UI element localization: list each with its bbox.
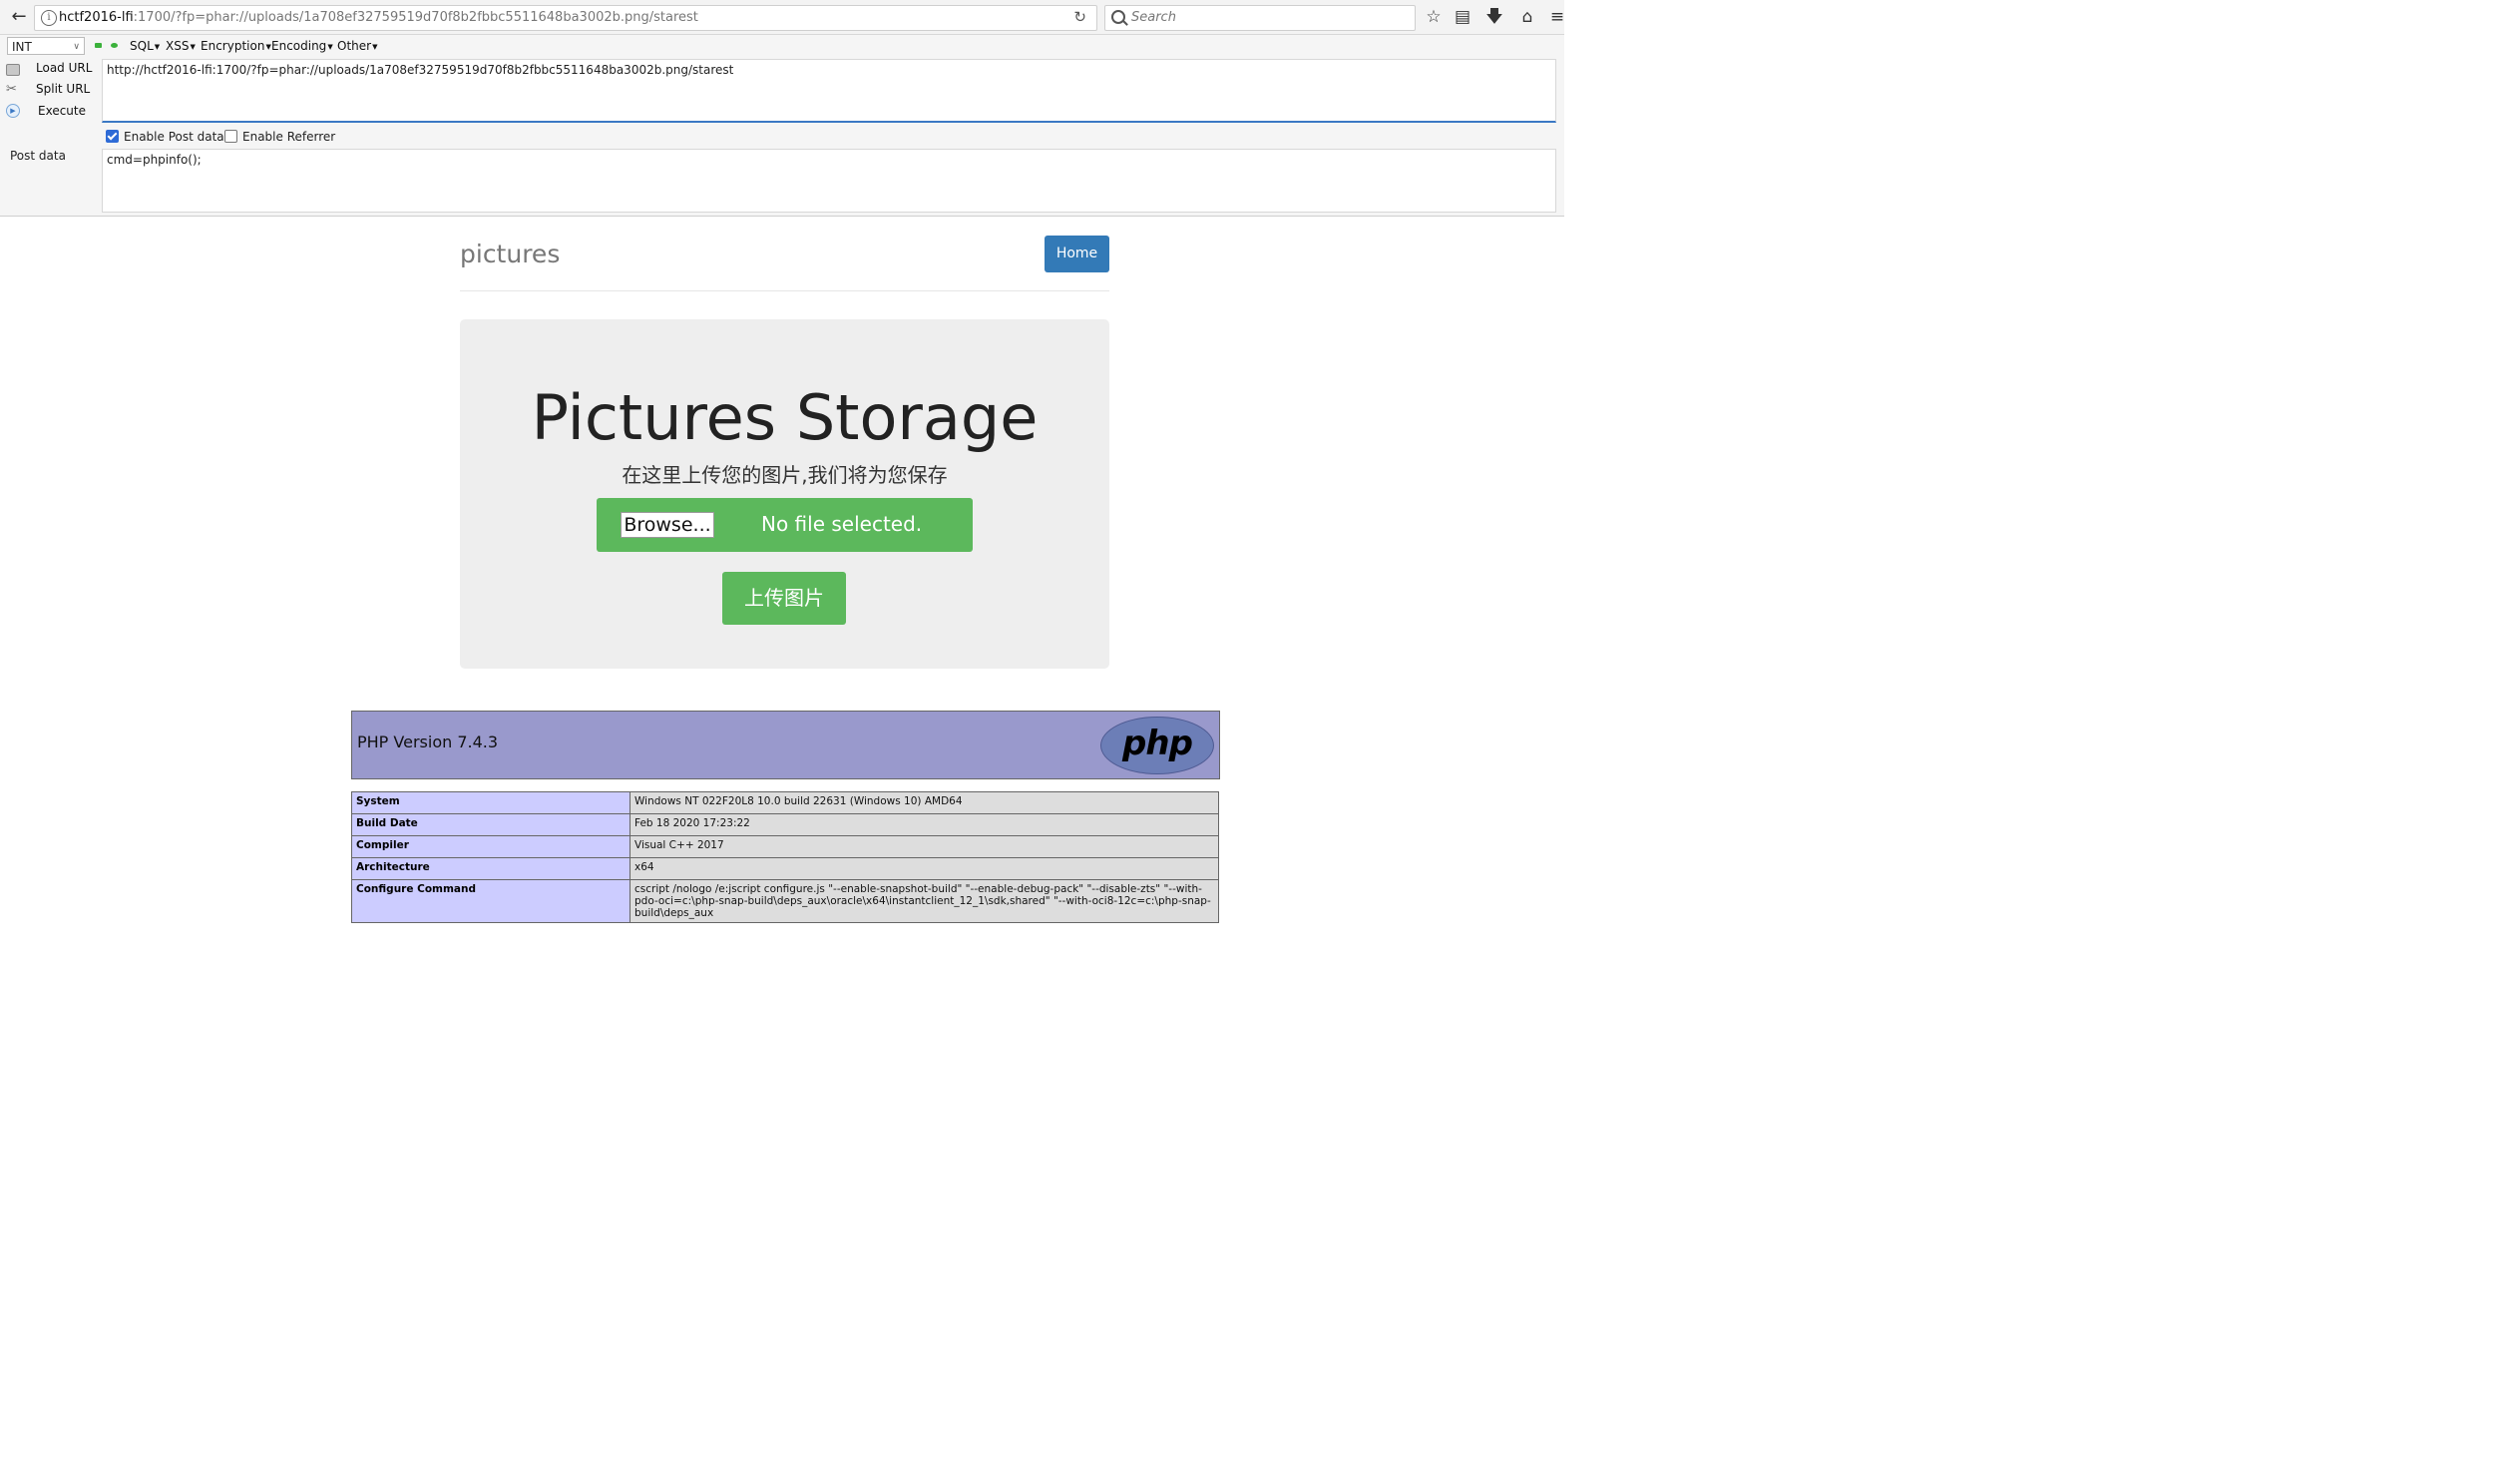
- enable-post-label: Enable Post data: [124, 130, 224, 144]
- phpinfo-header: PHP Version 7.4.3 php: [351, 711, 1220, 779]
- menu-xss[interactable]: XSS▼: [166, 39, 196, 53]
- table-row: System Windows NT 022F20L8 10.0 build 226…: [351, 791, 1219, 814]
- reading-list-icon[interactable]: ▤: [1452, 6, 1473, 28]
- menu-other-label: Other: [337, 39, 372, 53]
- address-host: hctf2016-lfi: [59, 10, 134, 25]
- menu-encoding[interactable]: Encoding▼: [271, 39, 333, 53]
- post-data-textarea[interactable]: cmd=phpinfo();: [102, 149, 1556, 213]
- menu-encryption-label: Encryption: [201, 39, 265, 53]
- php-logo-text: php: [1122, 724, 1193, 763]
- page-subtitle: 在这里上传您的图片,我们将为您保存: [622, 463, 948, 487]
- hackbar-panel: INT ∨ SQL▼ XSS▼ Encryption▼ Encoding▼ Oth…: [0, 35, 1564, 217]
- back-arrow-icon[interactable]: ←: [8, 6, 30, 28]
- file-input[interactable]: Browse... No file selected.: [597, 498, 973, 552]
- post-data-label: Post data: [10, 149, 66, 163]
- reload-icon[interactable]: ↻: [1073, 8, 1086, 26]
- info-icon[interactable]: i: [41, 10, 57, 26]
- row-key: Build Date: [351, 813, 630, 836]
- download-icon[interactable]: 🡇: [1483, 6, 1505, 28]
- scissors-icon: ✂: [6, 82, 17, 97]
- php-version: PHP Version 7.4.3: [357, 733, 499, 751]
- site-brand[interactable]: pictures: [460, 240, 560, 268]
- row-key: Architecture: [351, 857, 630, 880]
- decrease-icon[interactable]: [95, 43, 102, 48]
- chevron-down-icon: ∨: [73, 42, 80, 52]
- enable-referrer-label: Enable Referrer: [242, 130, 336, 144]
- address-bar[interactable]: i hctf2016-lfi:1700/?fp=phar://uploads/1…: [34, 5, 1097, 31]
- play-icon: ▶: [6, 104, 20, 118]
- enable-referrer-checkbox[interactable]: Enable Referrer: [224, 130, 335, 144]
- jumbotron: Pictures Storage 在这里上传您的图片,我们将为您保存 Brows…: [460, 319, 1109, 669]
- phpinfo-table: System Windows NT 022F20L8 10.0 build 226…: [351, 791, 1219, 923]
- split-url-label: Split URL: [36, 82, 91, 96]
- browse-button[interactable]: Browse...: [621, 512, 714, 538]
- menu-other[interactable]: Other▼: [337, 39, 377, 53]
- menu-sql[interactable]: SQL▼: [130, 39, 160, 53]
- browser-toolbar: ← i hctf2016-lfi:1700/?fp=phar://uploads…: [0, 0, 1564, 35]
- url-textarea[interactable]: http://hctf2016-lfi:1700/?fp=phar://uplo…: [102, 59, 1556, 123]
- menu-encryption[interactable]: Encryption▼: [201, 39, 271, 53]
- row-key: System: [351, 791, 630, 814]
- load-url-icon: [6, 64, 20, 76]
- row-key: Configure Command: [351, 879, 630, 923]
- row-key: Compiler: [351, 835, 630, 858]
- header-divider: [460, 290, 1109, 291]
- row-value: Visual C++ 2017: [630, 835, 1219, 858]
- search-icon: [1111, 10, 1125, 24]
- row-value: cscript /nologo /e:jscript configure.js …: [630, 879, 1219, 923]
- menu-xss-label: XSS: [166, 39, 190, 53]
- table-row: Configure Command cscript /nologo /e:jscr…: [351, 879, 1219, 923]
- address-text[interactable]: hctf2016-lfi:1700/?fp=phar://uploads/1a7…: [59, 10, 698, 25]
- file-status: No file selected.: [761, 512, 923, 536]
- menu-encoding-label: Encoding: [271, 39, 327, 53]
- menu-sql-label: SQL: [130, 39, 154, 53]
- table-row: Architecture x64: [351, 857, 1219, 880]
- enable-post-checkbox[interactable]: Enable Post data: [106, 130, 224, 144]
- type-select[interactable]: INT ∨: [7, 37, 85, 55]
- menu-icon[interactable]: ≡: [1546, 6, 1568, 28]
- load-url-label: Load URL: [36, 61, 93, 75]
- row-value: Feb 18 2020 17:23:22: [630, 813, 1219, 836]
- table-row: Compiler Visual C++ 2017: [351, 835, 1219, 858]
- execute-label: Execute: [38, 104, 86, 118]
- checkbox-checked-icon: [106, 130, 119, 143]
- search-placeholder: Search: [1131, 10, 1176, 25]
- search-box[interactable]: Search: [1104, 5, 1416, 31]
- increase-icon[interactable]: [111, 43, 118, 48]
- checkbox-unchecked-icon: [224, 130, 237, 143]
- php-logo[interactable]: php: [1100, 717, 1214, 774]
- home-button[interactable]: Home: [1045, 236, 1109, 272]
- address-path: :1700/?fp=phar://uploads/1a708ef32759519…: [133, 10, 698, 25]
- bookmark-star-icon[interactable]: ☆: [1423, 6, 1445, 28]
- type-select-value: INT: [12, 40, 32, 54]
- home-icon[interactable]: ⌂: [1516, 6, 1538, 28]
- row-value: x64: [630, 857, 1219, 880]
- row-value: Windows NT 022F20L8 10.0 build 22631 (Wi…: [630, 791, 1219, 814]
- upload-button[interactable]: 上传图片: [722, 572, 846, 625]
- table-row: Build Date Feb 18 2020 17:23:22: [351, 813, 1219, 836]
- page-title: Pictures Storage: [531, 381, 1039, 454]
